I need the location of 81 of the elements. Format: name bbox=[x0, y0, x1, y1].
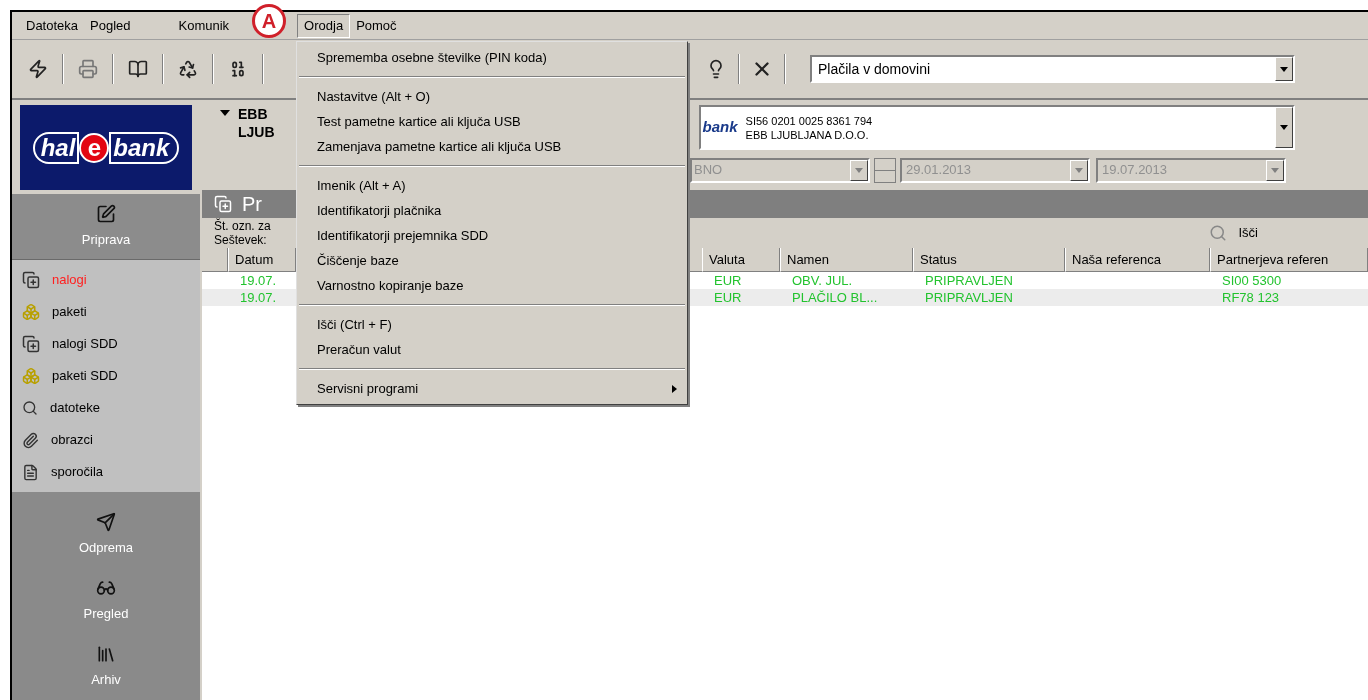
section-label: Arhiv bbox=[91, 671, 121, 690]
logo-text: bank bbox=[109, 131, 180, 164]
menu-item[interactable]: Test pametne kartice ali ključa USB bbox=[297, 109, 687, 134]
sidebar-item[interactable]: datoteke bbox=[12, 392, 200, 424]
menu-item[interactable]: Čiščenje baze bbox=[297, 248, 687, 273]
submenu-arrow-icon bbox=[672, 384, 677, 393]
new-document-icon bbox=[214, 195, 232, 213]
menu-item[interactable]: Preračun valut bbox=[297, 337, 687, 362]
menu-item[interactable]: Imenik (Alt + A) bbox=[297, 173, 687, 198]
menu-item[interactable]: Sprememba osebne številke (PIN koda) bbox=[297, 45, 687, 70]
sidebar-item[interactable]: paketi SDD bbox=[12, 360, 200, 392]
sidebar-item[interactable]: sporočila bbox=[12, 456, 200, 488]
sidebar-item[interactable]: paketi bbox=[12, 296, 200, 328]
annotation-marker: A bbox=[252, 4, 286, 38]
summary-text: Št. ozn. za bbox=[214, 219, 271, 233]
menu-bar-item[interactable]: Pomoč bbox=[350, 13, 403, 38]
spin-button[interactable] bbox=[874, 157, 896, 183]
sidebar-item[interactable]: nalogi SDD bbox=[12, 328, 200, 360]
search-button[interactable]: Išči bbox=[1208, 223, 1368, 243]
caret-icon bbox=[1280, 66, 1288, 72]
table-cell: RF78 123 bbox=[1222, 290, 1280, 305]
table-cell: EUR bbox=[714, 290, 742, 305]
printer-icon bbox=[78, 59, 98, 79]
menu-bar-item[interactable]: Orodja bbox=[297, 13, 351, 38]
new-document-icon bbox=[22, 271, 40, 289]
type-select: BNO bbox=[690, 157, 870, 183]
boxes-icon bbox=[22, 367, 40, 385]
dropdown-arrow-button[interactable] bbox=[1266, 159, 1284, 181]
table-cell: OBV. JUL. bbox=[792, 273, 853, 288]
view-select[interactable]: Plačila v domovini bbox=[810, 55, 1295, 83]
client-name: EBB bbox=[238, 105, 269, 123]
summary-text: Seštevek: bbox=[214, 233, 268, 247]
menu-item[interactable]: Išči (Ctrl + F) bbox=[297, 312, 687, 337]
collapse-triangle-icon[interactable] bbox=[220, 110, 230, 116]
recycle-icon bbox=[178, 59, 198, 79]
section-label: Odprema bbox=[78, 539, 134, 558]
logo-letter: e bbox=[79, 132, 110, 163]
menu-item[interactable]: Servisni programi bbox=[297, 376, 687, 401]
search-icon bbox=[22, 400, 38, 416]
paperclip-icon bbox=[22, 431, 39, 449]
page-title: Pr bbox=[242, 192, 262, 217]
table-cell: PRIPRAVLJEN bbox=[925, 273, 1013, 288]
table-cell: 19.07. bbox=[240, 273, 277, 288]
account-holder: EBB LJUBLJANA D.O.O. bbox=[745, 127, 870, 142]
client-name: LJUB bbox=[238, 123, 275, 141]
edit-icon bbox=[96, 203, 116, 224]
dropdown-arrow-button[interactable] bbox=[1274, 107, 1293, 148]
menu-item[interactable]: Identifikatorji plačnika bbox=[297, 198, 687, 223]
caret-icon bbox=[1279, 125, 1288, 130]
menu-item[interactable]: Zamenjava pametne kartice ali ključa USB bbox=[297, 134, 687, 159]
book-icon bbox=[128, 59, 148, 79]
table-cell: SI00 5300 bbox=[1222, 273, 1282, 288]
table-cell: EUR bbox=[714, 273, 742, 288]
menu-item[interactable]: Varnostno kopiranje baze bbox=[297, 273, 687, 298]
table-cell: PRIPRAVLJEN bbox=[925, 290, 1013, 305]
paper-plane-icon bbox=[96, 512, 116, 533]
dropdown-arrow-button[interactable] bbox=[1070, 159, 1088, 181]
menu-bar-item[interactable]: Komunik bbox=[172, 13, 236, 38]
boxes-icon bbox=[22, 303, 40, 321]
section-label: Pregled bbox=[83, 605, 129, 624]
menu-item[interactable]: Identifikatorji prejemnika SDD bbox=[297, 223, 687, 248]
sidebar-item[interactable]: obrazci bbox=[12, 424, 200, 456]
caret-icon bbox=[1075, 167, 1083, 173]
section-label: Priprava bbox=[81, 230, 131, 249]
document-icon bbox=[22, 463, 39, 481]
logo-text: hal bbox=[32, 131, 80, 164]
account-number: SI56 0201 0025 8361 794 bbox=[745, 113, 874, 128]
table-cell: PLAČILO BL... bbox=[792, 290, 878, 305]
menu-bar-item[interactable]: Pogled bbox=[84, 13, 137, 38]
menu-bar-item[interactable]: Datoteka bbox=[20, 13, 85, 38]
lightning-icon bbox=[28, 59, 48, 79]
menu-item[interactable]: Nastavitve (Alt + O) bbox=[297, 84, 687, 109]
table-cell: 19.07. bbox=[240, 290, 277, 305]
new-document-icon bbox=[22, 335, 40, 353]
bank-logo: bank bbox=[701, 117, 739, 138]
date-to-field: 19.07.2013 bbox=[1096, 157, 1286, 183]
search-icon bbox=[1208, 224, 1227, 242]
caret-icon bbox=[1271, 167, 1279, 173]
date-from-field: 29.01.2013 bbox=[900, 157, 1090, 183]
dropdown-arrow-button[interactable] bbox=[1275, 57, 1293, 81]
caret-icon bbox=[855, 167, 863, 173]
